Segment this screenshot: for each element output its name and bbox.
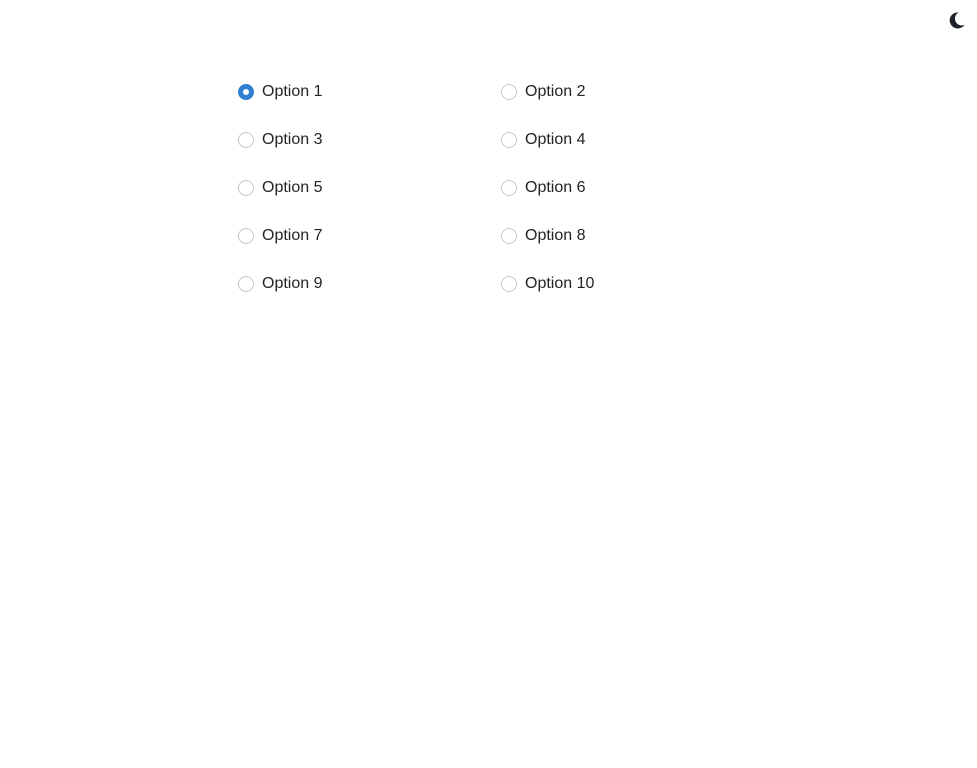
radio-label: Option 8: [525, 227, 586, 244]
radio-option-3[interactable]: Option 3: [237, 128, 500, 152]
radio-button[interactable]: [238, 276, 254, 292]
radio-button[interactable]: [238, 84, 254, 100]
radio-label: Option 6: [525, 179, 586, 196]
radio-group: Option 1 Option 2 Option 3 Option 4 Opti…: [237, 80, 763, 320]
radio-button[interactable]: [501, 276, 517, 292]
radio-label: Option 10: [525, 275, 595, 292]
radio-button[interactable]: [238, 228, 254, 244]
radio-button[interactable]: [238, 180, 254, 196]
page: Option 1 Option 2 Option 3 Option 4 Opti…: [0, 0, 977, 768]
radio-label: Option 1: [262, 83, 323, 100]
radio-label: Option 4: [525, 131, 586, 148]
radio-label: Option 2: [525, 83, 586, 100]
radio-button[interactable]: [238, 132, 254, 148]
radio-button[interactable]: [501, 132, 517, 148]
radio-option-7[interactable]: Option 7: [237, 224, 500, 248]
radio-option-6[interactable]: Option 6: [500, 176, 763, 200]
theme-toggle-button[interactable]: [945, 9, 967, 31]
radio-button[interactable]: [501, 228, 517, 244]
radio-option-4[interactable]: Option 4: [500, 128, 763, 152]
radio-button[interactable]: [501, 180, 517, 196]
radio-option-10[interactable]: Option 10: [500, 272, 763, 296]
radio-option-8[interactable]: Option 8: [500, 224, 763, 248]
radio-label: Option 7: [262, 227, 323, 244]
radio-option-5[interactable]: Option 5: [237, 176, 500, 200]
radio-label: Option 3: [262, 131, 323, 148]
radio-option-2[interactable]: Option 2: [500, 80, 763, 104]
moon-icon: [949, 11, 965, 28]
radio-button[interactable]: [501, 84, 517, 100]
radio-option-9[interactable]: Option 9: [237, 272, 500, 296]
radio-option-1[interactable]: Option 1: [237, 80, 500, 104]
radio-label: Option 9: [262, 275, 323, 292]
radio-label: Option 5: [262, 179, 323, 196]
